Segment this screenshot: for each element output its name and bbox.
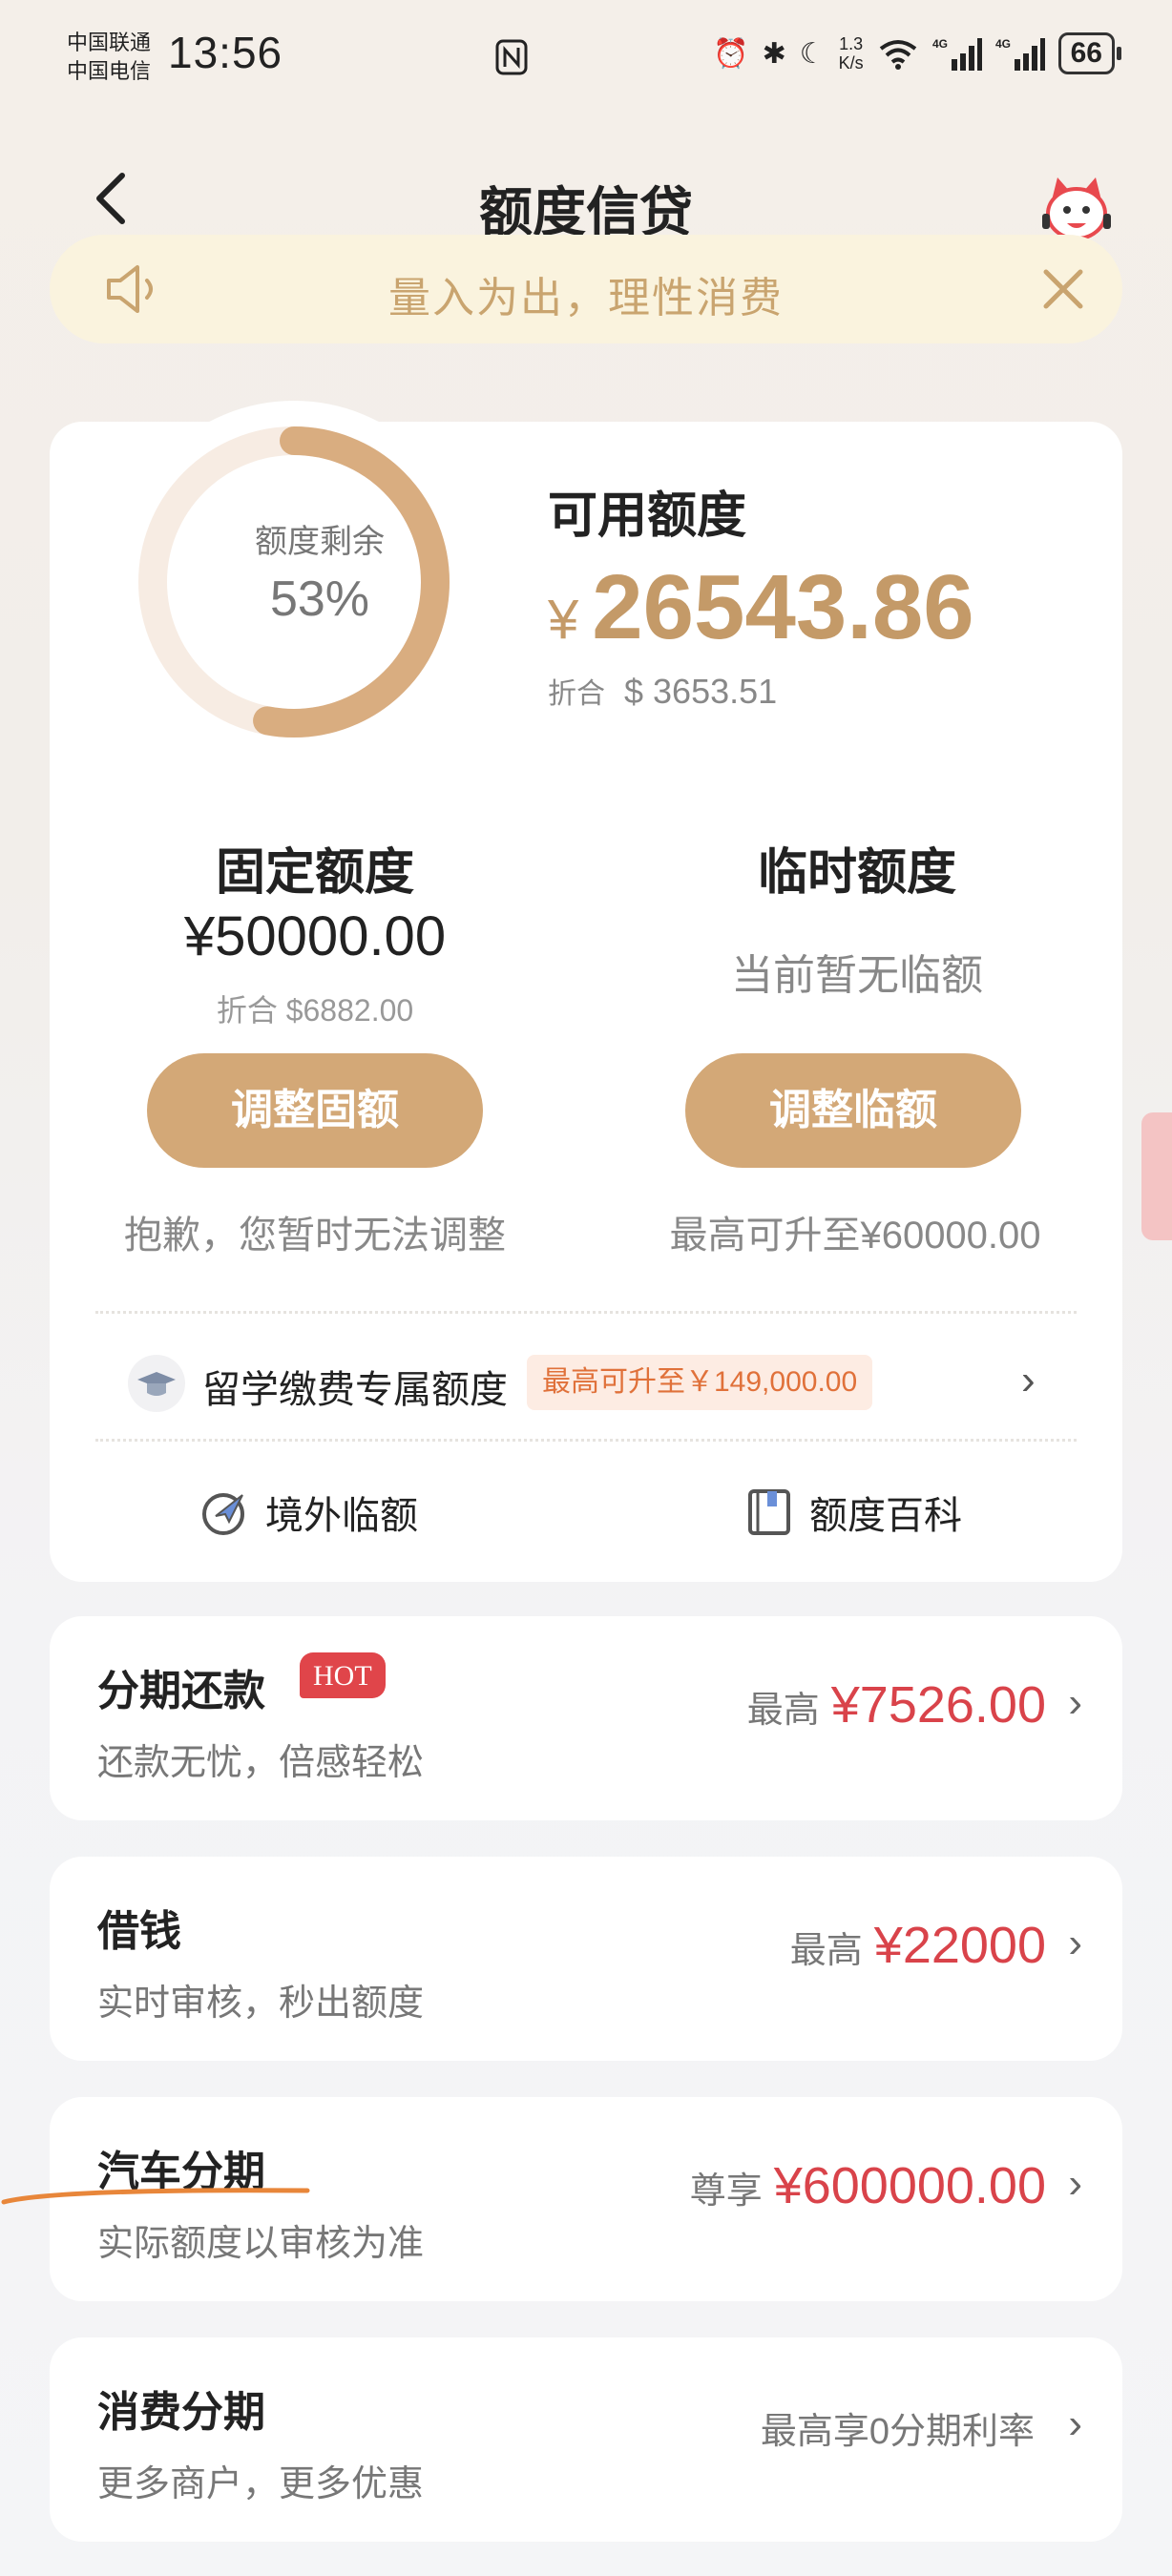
- carrier-1: 中国联通: [67, 31, 152, 54]
- notice-banner: 量入为出，理性消费: [50, 235, 1122, 343]
- list-item-subtitle: 实时审核，秒出额度: [97, 1984, 425, 2024]
- close-icon[interactable]: [1040, 266, 1086, 312]
- conversion-value: $ 3653.51: [624, 672, 778, 711]
- list-item-installment-repay[interactable]: 分期还款 HOT 还款无忧，倍感轻松 最高 ¥7526.00 ›: [50, 1616, 1122, 1820]
- annotation-underline: [1, 2188, 310, 2205]
- hot-badge: HOT: [300, 1652, 386, 1698]
- list-item-subtitle: 实际额度以审核为准: [97, 2224, 425, 2264]
- encyclopedia-link[interactable]: 额度百科: [744, 1485, 962, 1540]
- list-item-value: 最高 ¥7526.00: [746, 1676, 1046, 1734]
- list-item-title: 借钱: [97, 1908, 181, 1955]
- list-item-borrow[interactable]: 借钱 实时审核，秒出额度 最高 ¥22000 ›: [50, 1857, 1122, 2061]
- fixed-conversion: 折合 $6882.00: [216, 993, 414, 1028]
- status-time: 13:56: [168, 28, 283, 77]
- carrier-2: 中国电信: [67, 59, 152, 83]
- bluetooth-icon: ✱: [762, 37, 786, 70]
- signal-icon: 4G: [932, 37, 982, 71]
- chevron-right-icon: ›: [1068, 2160, 1082, 2207]
- ring-label: 额度剩余: [255, 524, 385, 560]
- available-label: 可用额度: [548, 488, 747, 544]
- signal-icon-2: 4G: [995, 37, 1045, 71]
- net-speed: 1.3 K/s: [838, 34, 864, 73]
- overseas-link[interactable]: 境外临额: [200, 1485, 418, 1540]
- encyclopedia-label: 额度百科: [809, 1495, 962, 1537]
- chevron-right-icon: ›: [1068, 2400, 1082, 2447]
- fixed-note: 抱歉，您暂时无法调整: [124, 1215, 506, 1257]
- nfc-icon: [495, 39, 528, 75]
- divider: [95, 1311, 1077, 1314]
- ring-percent: 53%: [269, 571, 370, 627]
- temp-status: 当前暂无临额: [731, 952, 983, 999]
- list-item-title: 分期还款: [97, 1668, 265, 1714]
- adjust-fixed-button[interactable]: 调整固额: [147, 1053, 483, 1168]
- adjust-temp-button[interactable]: 调整临额: [685, 1053, 1021, 1168]
- battery-indicator: 66: [1057, 32, 1122, 74]
- graduation-cap-icon: [128, 1355, 185, 1412]
- notice-text: 量入为出，理性消费: [388, 275, 784, 322]
- chevron-right-icon: ›: [1068, 1920, 1082, 1966]
- currency-symbol: ¥: [548, 589, 579, 651]
- list-item-consumer-installment[interactable]: 消费分期 更多商户，更多优惠 最高享0分期利率 ›: [50, 2337, 1122, 2542]
- fixed-amount: ¥50000.00: [183, 905, 447, 967]
- overseas-label: 境外临额: [265, 1495, 418, 1537]
- available-conversion: 折合 $ 3653.51: [548, 670, 777, 712]
- study-text: 留学缴费专属额度: [202, 1369, 508, 1411]
- fixed-title: 固定额度: [215, 845, 414, 901]
- chevron-right-icon: ›: [1068, 1679, 1082, 1726]
- status-icons: ⏰ ✱ ☾ 1.3 K/s 4G 4G 66: [713, 32, 1122, 74]
- available-value: 26543.86: [592, 556, 974, 658]
- book-icon: [748, 1489, 790, 1535]
- plane-icon: [202, 1493, 244, 1535]
- moon-icon: ☾: [799, 37, 826, 70]
- temp-note: 最高可升至¥60000.00: [669, 1215, 1041, 1257]
- chevron-right-icon: ›: [1021, 1357, 1036, 1403]
- wifi-icon: [879, 40, 916, 70]
- svg-text:4G: 4G: [995, 37, 1011, 51]
- floating-side-tab[interactable]: [1141, 1112, 1172, 1240]
- temp-title: 临时额度: [757, 845, 956, 901]
- study-tag: 最高可升至￥149,000.00: [527, 1355, 873, 1410]
- list-item-subtitle: 还款无忧，倍感轻松: [97, 1743, 425, 1783]
- list-item-subtitle: 更多商户，更多优惠: [97, 2464, 425, 2504]
- svg-text:4G: 4G: [932, 37, 948, 51]
- conversion-prefix: 折合: [548, 678, 605, 710]
- available-amount: ¥26543.86: [548, 555, 974, 660]
- list-item-value: 最高 ¥22000: [789, 1917, 1046, 1974]
- list-item-value: 最高享0分期利率: [760, 2412, 1035, 2452]
- list-item-value: 尊享 ¥600000.00: [689, 2157, 1046, 2214]
- alarm-icon: ⏰: [713, 37, 749, 70]
- list-item-title: 消费分期: [97, 2389, 265, 2436]
- divider-2: [95, 1439, 1077, 1442]
- carrier-info: 中国联通 中国电信: [67, 29, 151, 86]
